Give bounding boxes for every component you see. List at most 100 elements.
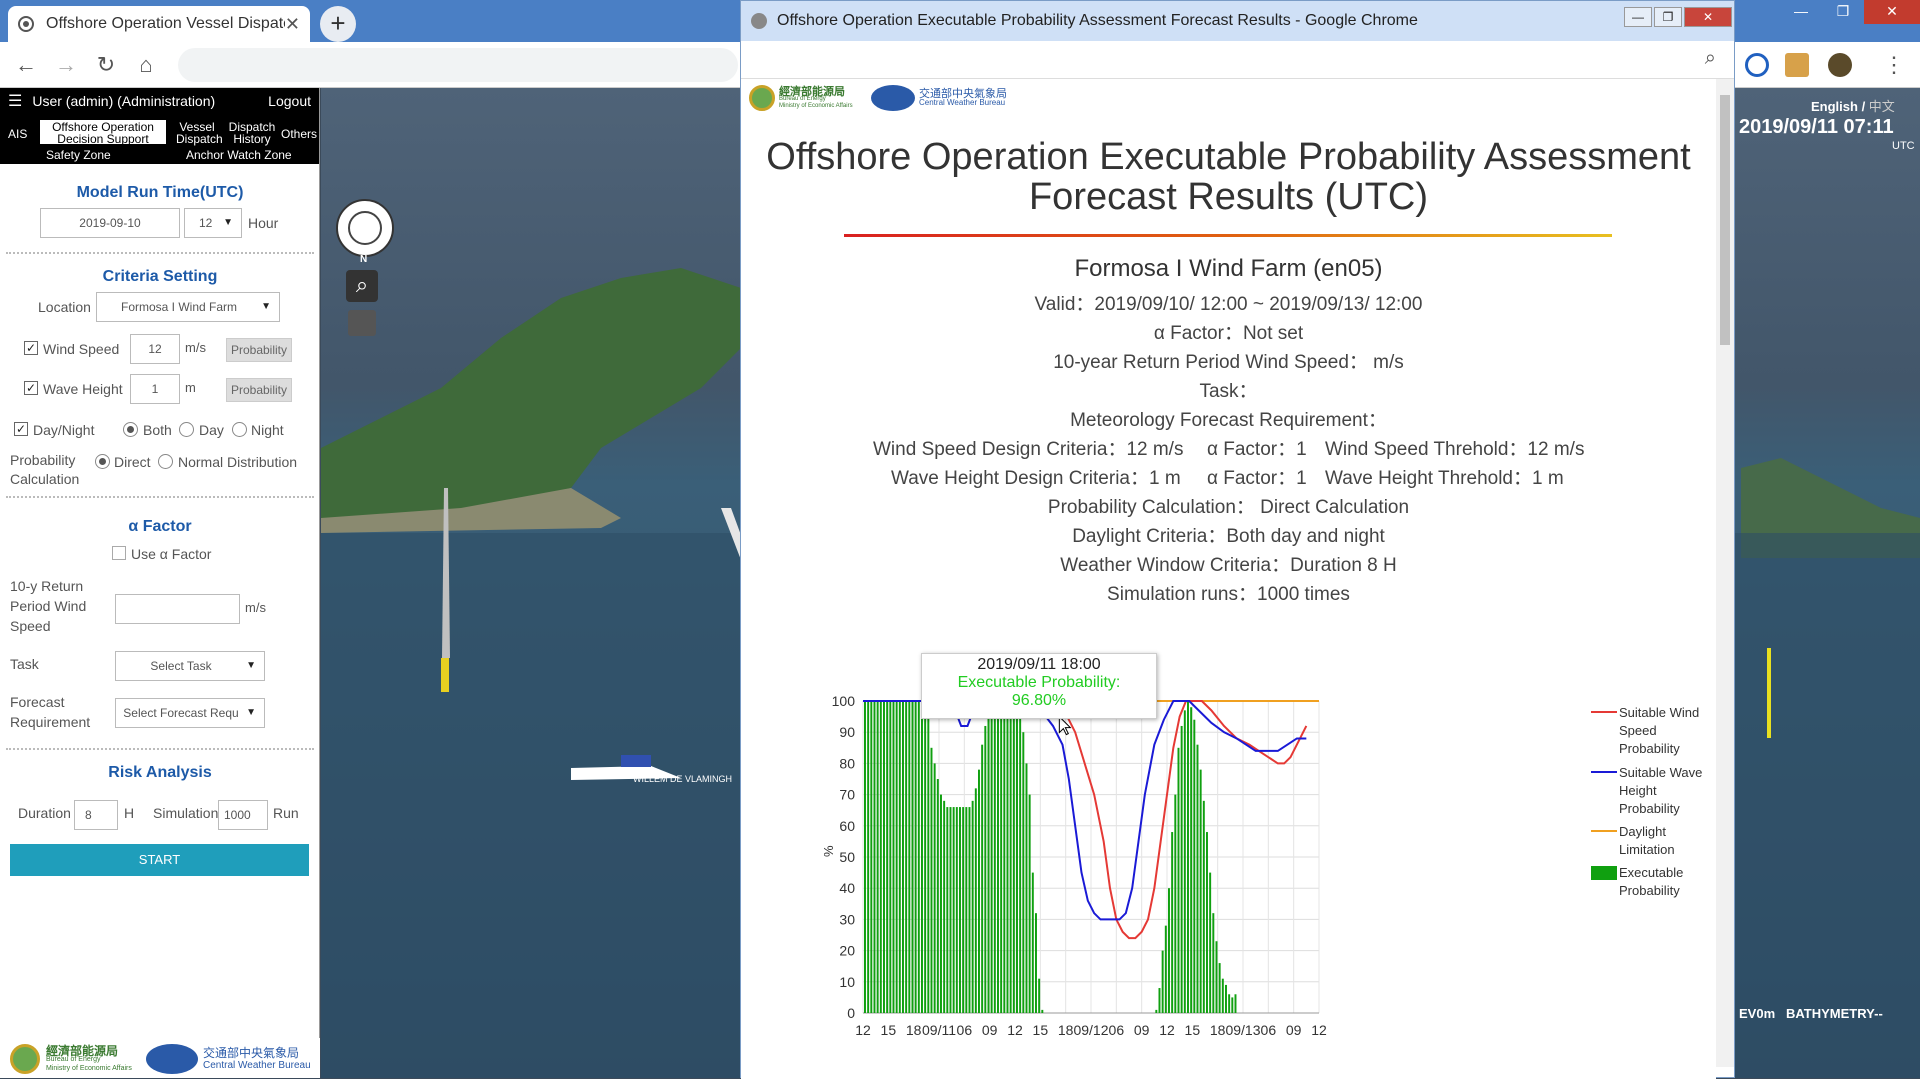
start-button[interactable]: START (10, 844, 309, 876)
x-tick-label: 09/13 (1225, 1022, 1260, 1038)
y-axis-label: % (821, 845, 836, 857)
nav-offshore-decision-support[interactable]: Offshore Operation Decision Support (40, 120, 166, 145)
executable-bar (1183, 710, 1186, 1013)
x-tick-label: 12 (1159, 1022, 1175, 1038)
wave-height-checkbox[interactable]: ✓ (24, 381, 38, 395)
x-tick-label: 09 (1286, 1022, 1302, 1038)
tab-close-icon[interactable]: ✕ (285, 14, 300, 35)
wind-speed-checkbox[interactable]: ✓ (24, 341, 38, 355)
return-period-input[interactable] (115, 594, 240, 624)
executable-bar (1000, 701, 1003, 1013)
wave-probability-button[interactable]: Probability (226, 378, 292, 402)
address-bar[interactable] (178, 48, 738, 82)
scrollbar-thumb[interactable] (1720, 95, 1730, 345)
wave-height-input[interactable]: 1 (130, 374, 180, 404)
executable-bar (981, 744, 984, 1013)
nav-safety-zone[interactable]: Safety Zone (46, 149, 111, 161)
nav-others[interactable]: Others (281, 128, 317, 140)
popup-maximize-button[interactable]: ❐ (1654, 7, 1682, 27)
lang-english[interactable]: English (1811, 99, 1858, 114)
language-switcher[interactable]: English / 中文 (1811, 96, 1895, 115)
model-hour-select[interactable]: 12 ▼ (184, 208, 242, 238)
popup-close-button[interactable]: ✕ (1684, 7, 1732, 27)
y-tick-label: 50 (839, 849, 855, 865)
duration-input[interactable]: 8 (74, 800, 118, 830)
nav-dispatch-history[interactable]: Dispatch History (226, 121, 278, 145)
forecast-requirement-select[interactable]: Select Forecast Requ ▼ (115, 698, 265, 728)
both-radio[interactable] (123, 422, 138, 437)
executable-bar (898, 701, 901, 1013)
forward-arrow-icon[interactable]: → (52, 51, 80, 79)
browser-tab-active[interactable]: Offshore Operation Vessel Dispatch ✕ (8, 6, 310, 42)
lang-chinese[interactable]: 中文 (1869, 99, 1895, 114)
more-menu-icon[interactable]: ⋮ (1880, 51, 1908, 79)
nav-anchor-watch-zone[interactable]: Anchor Watch Zone (186, 149, 292, 161)
nav-vessel-dispatch[interactable]: Vessel Dispatch (176, 121, 223, 145)
executable-bar (1187, 701, 1189, 1013)
executable-bar (1012, 701, 1015, 1013)
profile-avatar[interactable] (1828, 53, 1852, 77)
popup-scrollbar[interactable] (1716, 79, 1734, 1067)
zoom-icon[interactable]: ⌕ (1705, 47, 1716, 70)
x-tick-label: 15 (1033, 1022, 1049, 1038)
executable-bar (1202, 800, 1205, 1013)
executable-bar (914, 701, 917, 1013)
simulation-input[interactable]: 1000 (218, 800, 268, 830)
executable-bar (930, 747, 933, 1013)
night-radio[interactable] (232, 422, 247, 437)
buoy-shape (441, 658, 449, 692)
extension-icon[interactable] (1745, 53, 1769, 77)
task-placeholder: Select Task (150, 659, 212, 673)
window-controls: — ❐ ✕ (1780, 0, 1920, 24)
wind-probability-button[interactable]: Probability (226, 338, 292, 362)
use-alpha-checkbox[interactable] (112, 546, 126, 560)
probability-chart[interactable]: 010203040506070809010012 15 18 09/11 06 09 12 1… (781, 571, 1711, 1041)
x-tick-label: 12 (855, 1022, 871, 1038)
met-requirement-info: Meteorology Forecast Requirement： (1070, 410, 1387, 431)
task-select[interactable]: Select Task ▼ (115, 651, 265, 681)
search-icon[interactable]: ⌕ (346, 270, 378, 302)
executable-bar (1009, 701, 1012, 1013)
wind-speed-unit: m/s (185, 340, 206, 355)
wind-speed-input[interactable]: 12 (130, 334, 180, 364)
model-date-input[interactable]: 2019-09-10 (40, 208, 180, 238)
extension-2-icon[interactable] (1785, 53, 1809, 77)
site-favicon-icon (18, 16, 34, 32)
reload-icon[interactable]: ↻ (92, 51, 120, 79)
x-tick-label: 18 (1058, 1022, 1074, 1038)
new-tab-button[interactable]: + (320, 6, 356, 42)
x-tick-label: 12 (1007, 1022, 1023, 1038)
executable-bar (1206, 832, 1208, 1013)
nav-ais[interactable]: AIS (8, 128, 27, 140)
maximize-button[interactable]: ❐ (1822, 0, 1864, 24)
normal-distribution-radio[interactable] (158, 454, 173, 469)
layer-toggle-icon[interactable] (348, 310, 376, 336)
map-layer-ev0m: EV0m (1739, 1006, 1776, 1021)
direct-radio[interactable] (95, 454, 110, 469)
moea-logo-icon (749, 85, 775, 111)
return-period-info: 10-year Return Period Wind Speed： m/s (1053, 352, 1404, 373)
logout-link[interactable]: Logout (268, 93, 311, 109)
close-window-button[interactable]: ✕ (1864, 0, 1920, 24)
popup-minimize-button[interactable]: — (1624, 7, 1652, 27)
executable-bar (1019, 710, 1022, 1013)
footer-moea-en1: Bureau of Energy (46, 1056, 101, 1063)
tab-title: Offshore Operation Vessel Dispatch (46, 15, 285, 32)
executable-bar (917, 701, 920, 1013)
executable-bar (965, 807, 968, 1013)
minimize-button[interactable]: — (1780, 0, 1822, 24)
chevron-down-icon: ▼ (223, 217, 233, 228)
moea-logo-icon (10, 1044, 40, 1074)
executable-bar (1041, 1009, 1044, 1013)
day-radio[interactable] (179, 422, 194, 437)
daynight-checkbox[interactable]: ✓ (14, 422, 28, 436)
popup-address-bar[interactable]: ⌕ (741, 41, 1734, 79)
location-select[interactable]: Formosa I Wind Farm ▼ (96, 292, 280, 322)
y-tick-label: 70 (839, 787, 855, 803)
home-icon[interactable]: ⌂ (132, 51, 160, 79)
hamburger-menu-icon[interactable]: ☰ (8, 91, 22, 111)
back-arrow-icon[interactable]: ← (12, 51, 40, 79)
report-title: Offshore Operation Executable Probabilit… (741, 137, 1716, 217)
y-tick-label: 40 (839, 880, 855, 896)
y-tick-label: 60 (839, 818, 855, 834)
